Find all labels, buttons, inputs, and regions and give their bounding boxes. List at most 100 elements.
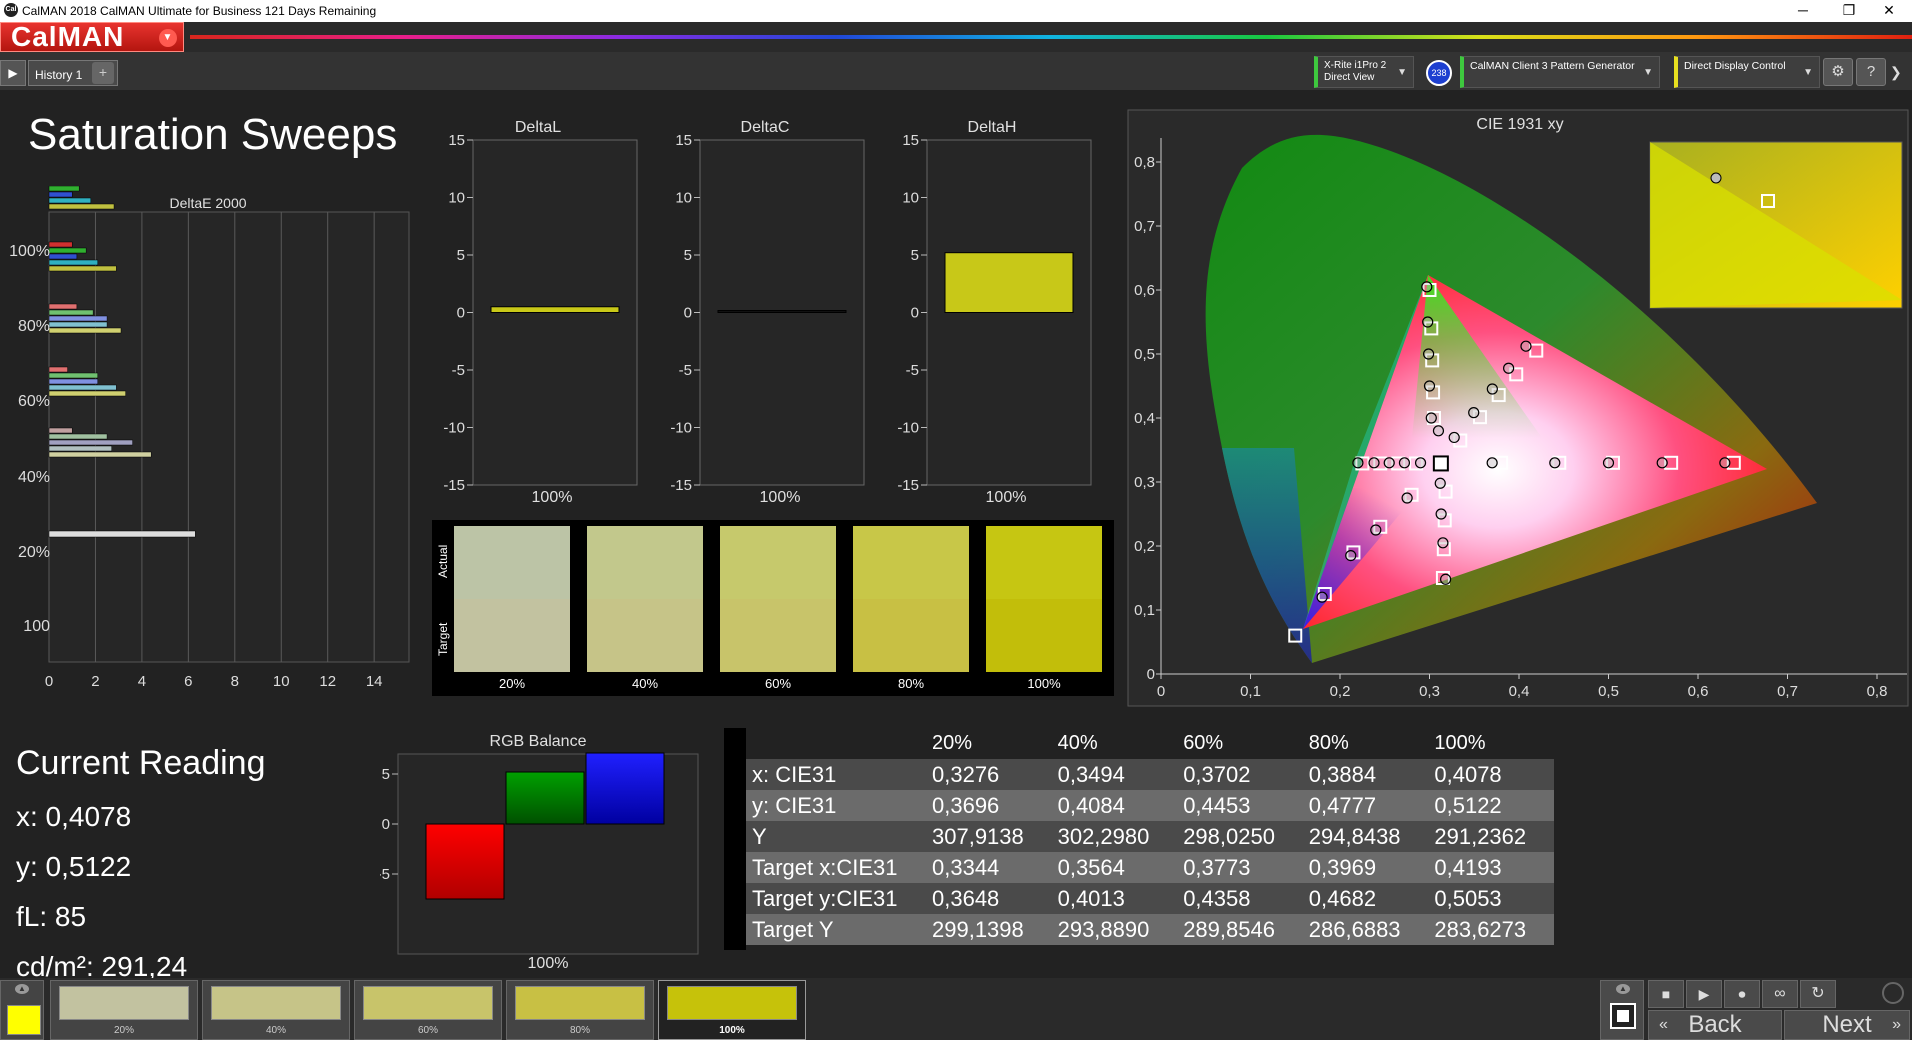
deltae-title: DeltaE 2000 — [169, 195, 246, 211]
table-cell: 307,9138 — [926, 821, 1052, 852]
table-cell: 0,4084 — [1051, 790, 1178, 821]
next-chevron-icon: » — [1892, 1016, 1901, 1033]
collapse-chevron-icon[interactable]: ❯ — [1890, 64, 1902, 81]
table-cell: 0,3276 — [926, 759, 1052, 790]
table-cell: 294,8438 — [1302, 821, 1429, 852]
table-cell: 0,3344 — [926, 852, 1052, 883]
stop-button[interactable]: ■ — [1648, 980, 1684, 1008]
deltae-bar — [48, 439, 133, 446]
delta-y-tick: -10 — [670, 420, 692, 437]
stop-square-icon — [1610, 1003, 1636, 1029]
patch-button[interactable]: 40% — [202, 980, 350, 1040]
status-circle-icon — [1882, 982, 1904, 1004]
deltae-bar — [48, 197, 92, 204]
cie-actual-point — [1719, 457, 1731, 469]
back-label: Back — [1688, 1011, 1742, 1038]
patch-button[interactable]: 20% — [50, 980, 198, 1040]
cie-actual-point — [1520, 340, 1532, 352]
cie-actual-point — [1423, 380, 1436, 392]
cie-actual-point — [1422, 316, 1434, 328]
patch-button[interactable]: 100% — [658, 980, 806, 1040]
loop-button[interactable]: ∞ — [1762, 980, 1798, 1008]
table-header-row: 20% 40% 60% 80% 100% — [746, 728, 1554, 759]
pattern-generator-label: CalMAN Client 3 Pattern Generator — [1470, 60, 1635, 72]
table-cell: 0,3494 — [1051, 759, 1178, 790]
swatch-label: 40% — [631, 676, 659, 691]
rgb-blue-bar — [585, 752, 665, 825]
meter-device-select[interactable]: X-Rite i1Pro 2 Direct View ▼ — [1314, 56, 1414, 88]
deltae-x-tick: 4 — [138, 673, 146, 690]
play-button[interactable]: ▶ — [1686, 980, 1722, 1008]
deltac-title: DeltaC — [741, 119, 790, 136]
current-patch-swatch — [7, 1005, 41, 1035]
deltae-y-label: 100% — [9, 243, 50, 260]
calman-logo-menu[interactable]: CalMAN ▼ — [0, 22, 184, 52]
deltae-y-label: 100 — [23, 618, 50, 635]
deltae-x-tick: 2 — [91, 673, 99, 690]
patch-button[interactable]: 60% — [354, 980, 502, 1040]
rgb-y-tick: 5 — [382, 766, 390, 783]
deltae-bar — [48, 366, 68, 373]
title-bar: Cal CalMAN 2018 CalMAN Ultimate for Busi… — [0, 0, 1912, 22]
table-cell: 0,3564 — [1051, 852, 1178, 883]
delta-y-tick: 10 — [902, 190, 919, 207]
record-button[interactable]: ⏺ — [1724, 980, 1760, 1008]
refresh-button[interactable]: ↻ — [1800, 980, 1836, 1008]
cie-actual-point — [1345, 550, 1357, 562]
delta-y-tick: -15 — [670, 477, 692, 494]
next-button[interactable]: Next » — [1784, 1010, 1910, 1040]
close-button[interactable]: ✕ — [1866, 0, 1912, 22]
eject-icon: ▲ — [15, 984, 29, 994]
patch-swatch — [667, 986, 797, 1020]
table-row: x: CIE31 0,3276 0,3494 0,3702 0,3884 0,4078 — [746, 759, 1554, 790]
patch-button[interactable]: 80% — [506, 980, 654, 1040]
deltae-bar — [48, 191, 73, 198]
table-cell: 286,6883 — [1302, 914, 1429, 945]
stop-panel[interactable]: ▲ — [1600, 980, 1644, 1040]
table-row-header: Y — [746, 821, 926, 852]
cie-actual-point — [1437, 537, 1449, 549]
history-play-button[interactable]: ▶ — [0, 60, 26, 86]
deltae-y-label: 80% — [18, 318, 50, 335]
deltae-bar — [48, 309, 94, 316]
cie-x-tick: 0 — [1157, 683, 1165, 700]
help-icon[interactable]: ? — [1856, 58, 1886, 86]
cie-actual-point — [1549, 457, 1561, 469]
delta-y-tick: 10 — [448, 190, 465, 207]
cie-y-tick: 0,8 — [1134, 154, 1155, 171]
minimize-button[interactable]: ─ — [1780, 0, 1826, 22]
back-button[interactable]: « Back — [1648, 1010, 1782, 1040]
deltae-bar — [48, 378, 99, 385]
cie-y-tick: 0,6 — [1134, 282, 1155, 299]
table-row: Y 307,9138 302,2980 298,0250 294,8438 291,236… — [746, 821, 1554, 852]
settings-gear-icon[interactable]: ⚙ — [1823, 58, 1853, 86]
deltah-title: DeltaH — [968, 119, 1017, 136]
cie-actual-point — [1370, 524, 1382, 536]
delta-y-tick: 5 — [684, 247, 692, 264]
cie-actual-point — [1423, 348, 1435, 360]
patch-label: 80% — [569, 1025, 590, 1036]
add-history-icon[interactable]: + — [92, 62, 114, 84]
meter-badge-icon[interactable]: 238 — [1426, 60, 1452, 86]
cie-actual-point — [1448, 431, 1460, 444]
deltal-label: 100% — [532, 489, 573, 506]
stop-icon: ■ — [1661, 986, 1671, 1002]
pattern-generator-select[interactable]: CalMAN Client 3 Pattern Generator ▼ — [1460, 56, 1660, 88]
deltae-y-label: 60% — [18, 393, 50, 410]
delta-y-tick: -10 — [897, 420, 919, 437]
current-reading-x: x: 0,4078 — [16, 801, 132, 832]
actual-label: Actual — [436, 544, 450, 578]
current-patch-panel[interactable]: ▲ — [0, 980, 44, 1040]
deltae-bar — [48, 372, 99, 379]
infinity-icon: ∞ — [1774, 985, 1786, 1002]
cie-y-tick: 0,2 — [1134, 538, 1155, 555]
delta-y-tick: 10 — [675, 190, 692, 207]
cie-actual-point — [1401, 492, 1413, 504]
cie-actual-point — [1421, 281, 1433, 293]
swatch-label: 80% — [897, 676, 925, 691]
swatch-label: 100% — [1027, 676, 1061, 691]
display-control-select[interactable]: Direct Display Control ▼ — [1674, 56, 1820, 88]
delta-y-tick: 5 — [911, 247, 919, 264]
deltae-bar — [48, 390, 126, 397]
table-cell: 0,4777 — [1302, 790, 1429, 821]
